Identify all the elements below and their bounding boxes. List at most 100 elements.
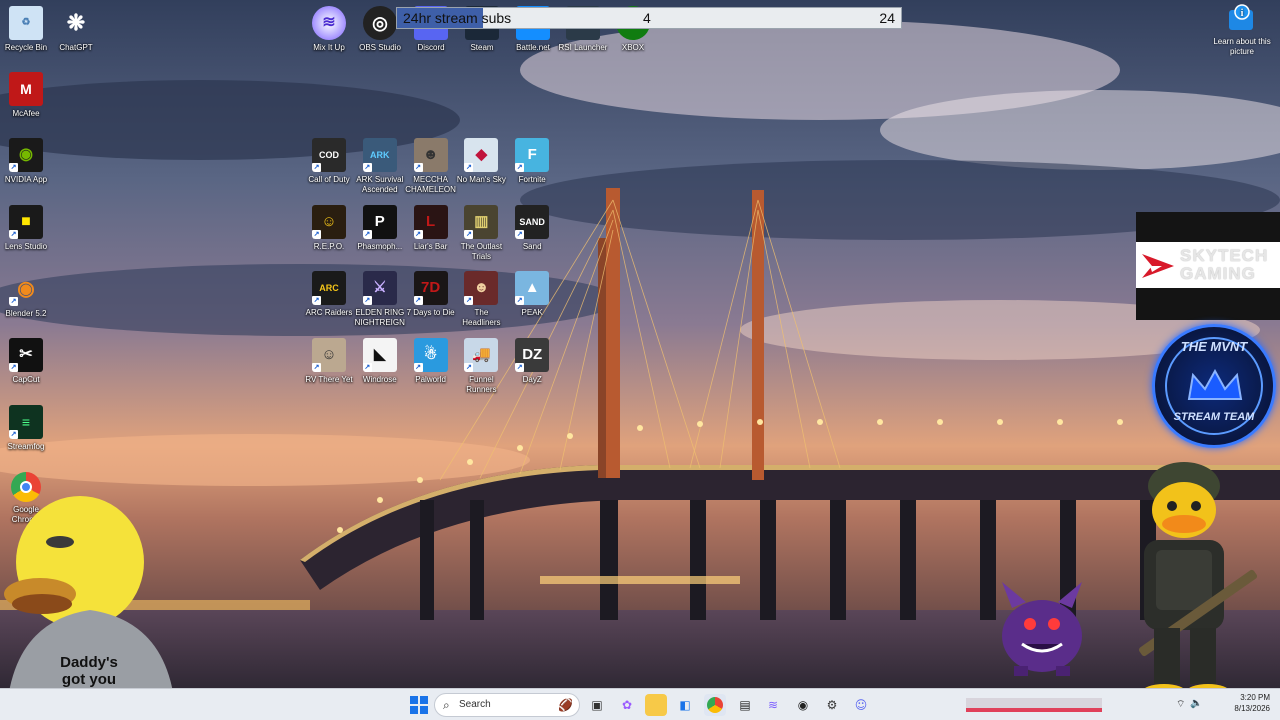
- dayz-icon: DZ ↗: [515, 337, 550, 372]
- search-highlight-icon: 🏈: [558, 698, 573, 712]
- mixitup-taskbar-icon[interactable]: ≋: [762, 694, 784, 716]
- taskbar-search[interactable]: ⌕ Search 🏈: [434, 693, 580, 717]
- desktop-icon-headliners[interactable]: ☻ ↗ The Headliners: [455, 271, 507, 328]
- streamfog-icon: ≡ ↗: [9, 405, 43, 439]
- wifi-icon: ⌔: [1176, 699, 1186, 710]
- blender-icon: ◉ ↗: [9, 278, 35, 306]
- fortnite-icon: F ↗: [515, 138, 550, 172]
- meccha-chameleon-icon: ☻ ↗: [413, 138, 448, 172]
- elden-ring-icon: ⚔ ↗: [362, 271, 397, 306]
- shortcut-arrow-icon: ↗: [362, 229, 372, 239]
- learn-about-picture[interactable]: i Learn about this picture: [1212, 4, 1272, 57]
- desktop-icon-elden-ring[interactable]: ⚔ ↗ ELDEN RING NIGHTREIGN: [354, 271, 406, 328]
- chrome-taskbar-icon[interactable]: [704, 694, 726, 716]
- shortcut-arrow-icon: ↗: [362, 163, 372, 172]
- ms-store-icon[interactable]: ◧: [674, 694, 696, 716]
- desktop-icon-sand[interactable]: SAND ↗ Sand: [506, 204, 558, 252]
- desktop-icon-streamfog[interactable]: ≡ ↗ Streamfog: [0, 405, 52, 452]
- skytech-logo-panel: SKYTECH GAMING: [1136, 242, 1280, 288]
- desktop-icon-dayz[interactable]: DZ ↗ DayZ: [506, 337, 558, 385]
- task-view-icon[interactable]: ▣: [586, 694, 608, 716]
- phasmophobia-icon: P ↗: [362, 204, 397, 239]
- start-button[interactable]: [408, 694, 430, 716]
- soldier-duck-mascot: [1138, 462, 1258, 700]
- shortcut-arrow-icon: ↗: [312, 163, 321, 172]
- desktop-icon-meccha-chameleon[interactable]: ☻ ↗ MECCHA CHAMELEON: [405, 138, 457, 195]
- system-tray[interactable]: ⌔ 🔈 3:20 PM 8/13/2026: [1172, 692, 1276, 716]
- nvidia-icon: ◉ ↗: [9, 138, 43, 172]
- desktop-icon-arc-raiders[interactable]: ARC ↗ ARC Raiders: [303, 271, 355, 318]
- settings-icon[interactable]: ⚙: [821, 694, 843, 716]
- shortcut-arrow-icon: ↗: [515, 229, 525, 239]
- recycle-bin-icon: ♻: [9, 6, 43, 40]
- desktop-icon-fortnite[interactable]: F ↗ Fortnite: [506, 138, 558, 185]
- desktop-icon-call-of-duty[interactable]: COD ↗ Call of Duty: [303, 138, 355, 185]
- svg-text:i: i: [1241, 8, 1244, 19]
- desktop-icon-nvidia[interactable]: ◉ ↗ NVIDIA App: [0, 138, 52, 185]
- ark-icon: ARK ↗: [362, 138, 397, 172]
- obs-icon: ◎: [363, 6, 397, 40]
- desktop-icon-mixitup[interactable]: ≋ Mix It Up: [303, 6, 355, 53]
- funnel-runners-icon: 🚚 ↗: [464, 337, 499, 372]
- shortcut-arrow-icon: ↗: [464, 163, 474, 172]
- mvnt-stream-team-badge: THE MVNT STREAM TEAM: [1152, 324, 1276, 448]
- shortcut-arrow-icon: ↗: [413, 296, 423, 306]
- discord-taskbar-icon[interactable]: ☺: [850, 694, 872, 716]
- shortcut-arrow-icon: ↗: [515, 163, 525, 172]
- media-widget[interactable]: [966, 696, 1102, 716]
- desktop-icon-7-days[interactable]: 7D ↗ 7 Days to Die: [405, 271, 457, 318]
- shortcut-arrow-icon: ↗: [362, 296, 372, 306]
- desktop-icon-palworld[interactable]: ☃ ↗ Palworld: [405, 337, 457, 385]
- desktop-icon-blender[interactable]: ◉ ↗ Blender 5.2: [0, 272, 52, 319]
- desktop-icon-phasmophobia[interactable]: P ↗ Phasmoph...: [354, 204, 406, 252]
- call-of-duty-icon: COD ↗: [312, 138, 346, 172]
- 7-days-icon: 7D ↗: [413, 271, 448, 306]
- shortcut-arrow-icon: ↗: [312, 296, 321, 306]
- lens-studio-icon: ■ ↗: [9, 205, 43, 239]
- copilot-icon[interactable]: ✿: [616, 694, 638, 716]
- desktop-icon-outlast-trials[interactable]: ▥ ↗ The Outlast Trials: [455, 204, 507, 262]
- outlast-trials-icon: ▥ ↗: [464, 204, 499, 239]
- no-mans-sky-icon: ◆ ↗: [464, 138, 499, 172]
- skytech-gaming-banner: SKYTECH GAMING: [1136, 212, 1280, 320]
- desktop-icon-mcafee[interactable]: M McAfee: [0, 72, 52, 119]
- mixitup-icon: ≋: [312, 6, 346, 40]
- shortcut-arrow-icon: ↗: [413, 229, 423, 239]
- desktop-icon-no-mans-sky[interactable]: ◆ ↗ No Man's Sky: [455, 138, 507, 185]
- file-explorer-icon[interactable]: [645, 694, 667, 716]
- desktop-icon-rv-there-yet[interactable]: ☺ ↗ RV There Yet: [303, 337, 355, 385]
- shortcut-arrow-icon: ↗: [464, 362, 474, 372]
- desktop-icon-windrose[interactable]: ◣ ↗ Windrose: [354, 337, 406, 385]
- windrose-icon: ◣ ↗: [362, 337, 397, 372]
- desktop-icon-lens-studio[interactable]: ■ ↗ Lens Studio: [0, 205, 52, 252]
- skytech-logo-icon: [1142, 254, 1174, 278]
- obs-taskbar-icon[interactable]: ◉: [792, 694, 814, 716]
- desktop-icon-recycle-bin[interactable]: ♻ Recycle Bin: [0, 6, 52, 53]
- desktop-icon-repo[interactable]: ☺ ↗ R.E.P.O.: [303, 204, 355, 252]
- shortcut-arrow-icon: ↗: [413, 362, 423, 372]
- shortcut-arrow-icon: ↗: [312, 362, 321, 372]
- sub-goal-target: 24: [879, 10, 895, 26]
- terminal-icon[interactable]: ▤: [734, 694, 756, 716]
- search-icon: ⌕: [443, 698, 450, 712]
- shortcut-arrow-icon: ↗: [413, 163, 423, 172]
- shortcut-arrow-icon: ↗: [515, 296, 525, 306]
- volume-icon: 🔈: [1190, 698, 1203, 709]
- mcafee-icon: M: [9, 72, 43, 106]
- desktop-icon-peak[interactable]: ▲ ↗ PEAK: [506, 271, 558, 318]
- desktop-icon-chatgpt[interactable]: ❋ ChatGPT: [50, 6, 102, 53]
- windows-logo-icon: [410, 696, 428, 714]
- chatgpt-icon: ❋: [66, 10, 86, 35]
- desktop-icon-capcut[interactable]: ✂ ↗ CapCut: [0, 338, 52, 385]
- palworld-icon: ☃ ↗: [413, 337, 448, 372]
- info-icon: i: [1227, 4, 1257, 34]
- shortcut-arrow-icon: ↗: [464, 229, 474, 239]
- crown-icon: [1187, 369, 1243, 400]
- repo-icon: ☺ ↗: [312, 204, 346, 239]
- desktop-icon-funnel-runners[interactable]: 🚚 ↗ Funnel Runners: [455, 337, 507, 395]
- capcut-icon: ✂ ↗: [9, 338, 43, 372]
- headliners-icon: ☻ ↗: [464, 271, 499, 306]
- desktop-icon-ark[interactable]: ARK ↗ ARK Survival Ascended: [354, 138, 406, 195]
- shortcut-arrow-icon: ↗: [362, 362, 372, 372]
- desktop-icon-liars-bar[interactable]: L ↗ Liar's Bar: [405, 204, 457, 252]
